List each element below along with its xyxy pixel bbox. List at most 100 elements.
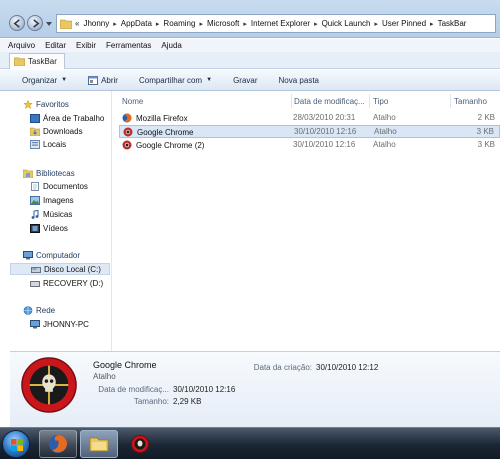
taskbar-firefox-button[interactable] [39,430,77,458]
file-date: 28/03/2010 20:31 [293,113,356,122]
nav-network[interactable]: Rede [10,304,110,316]
music-note-icon [31,209,39,219]
nav-favorites[interactable]: Favoritos [10,98,110,110]
breadcrumb-quick-launch[interactable]: Quick Launch [322,19,371,28]
file-date: 30/10/2010 12:16 [293,140,356,149]
open-label: Abrir [101,75,118,85]
nav-libraries[interactable]: Bibliotecas [10,167,110,179]
command-bar: Organizar ▼ Abrir Compartilhar com ▼ Gra… [0,70,500,91]
menu-exibir[interactable]: Exibir [76,41,96,50]
menu-ajuda[interactable]: Ajuda [161,41,181,50]
breadcrumb-separator-icon[interactable]: ▸ [156,20,160,28]
chevron-down-icon: ▼ [61,77,68,83]
menu-ferramentas[interactable]: Ferramentas [106,41,151,50]
nav-item-label: RECOVERY (D:) [43,278,104,288]
nav-network-label: Rede [36,305,56,315]
breadcrumb-internet-explorer[interactable]: Internet Explorer [251,19,310,28]
breadcrumb-separator-icon[interactable]: ▸ [243,20,247,28]
folder-icon [14,57,25,66]
video-icon [30,223,40,233]
new-folder-label: Nova pasta [278,75,319,85]
nav-item-recovery-d[interactable]: RECOVERY (D:) [10,277,110,289]
taskbar [0,427,500,459]
nav-item-local-disk-c[interactable]: Disco Local (C:) [10,263,110,275]
file-size: 3 KB [476,127,494,136]
details-pane: Google Chrome Atalho Data de modificaç..… [10,351,500,427]
forward-button[interactable] [27,15,43,31]
nav-item-recent-places[interactable]: Locais [10,138,110,150]
start-button[interactable] [2,430,30,458]
file-row-google-chrome-2[interactable]: Google Chrome (2) 30/10/2010 12:16 Atalh… [119,139,500,152]
desktop-icon [30,113,40,123]
menu-arquivo[interactable]: Arquivo [8,41,35,50]
file-row-google-chrome[interactable]: Google Chrome 30/10/2010 12:16 Atalho 3 … [119,125,500,138]
nav-item-label: Downloads [43,126,83,136]
hard-drive-icon [30,280,40,287]
nav-item-label: Imagens [43,195,74,205]
windows-logo-icon [11,439,23,451]
nav-item-jhonny-pc[interactable]: JHONNY-PC [10,318,110,330]
open-button[interactable]: Abrir [88,75,118,85]
open-window-icon [88,75,99,85]
network-icon [23,305,33,315]
recent-places-icon [30,139,40,149]
taskbar-chrome-button[interactable] [121,430,159,458]
nav-computer[interactable]: Computador [10,249,110,261]
column-header-name[interactable]: Nome [122,94,292,108]
nav-item-videos[interactable]: Vídeos [10,222,110,234]
breadcrumb-separator-icon[interactable]: ▸ [314,20,318,28]
file-name: Google Chrome [137,127,194,137]
nav-item-label: JHONNY-PC [43,319,89,329]
breadcrumb-separator-icon[interactable]: ▸ [113,20,117,28]
details-file-type: Atalho [93,372,116,381]
breadcrumb-separator-icon[interactable]: ▸ [375,20,379,28]
nav-item-music[interactable]: Músicas [10,208,110,220]
breadcrumb-jhonny[interactable]: Jhonny [83,19,109,28]
breadcrumb-roaming[interactable]: Roaming [163,19,195,28]
chrome-custom-icon [131,435,149,453]
nav-item-downloads[interactable]: Downloads [10,125,110,137]
breadcrumb-separator-icon[interactable]: ▸ [430,20,434,28]
file-name: Google Chrome (2) [136,140,205,150]
breadcrumb-user-pinned[interactable]: User Pinned [382,19,426,28]
file-name: Mozilla Firefox [136,113,188,123]
taskbar-explorer-button[interactable] [80,430,118,458]
folder-icon [60,19,72,29]
new-folder-button[interactable]: Nova pasta [279,76,319,85]
breadcrumb-microsoft[interactable]: Microsoft [207,19,239,28]
breadcrumb-separator-icon[interactable]: ▸ [199,20,203,28]
nav-item-label: Vídeos [43,223,68,233]
back-button[interactable] [9,15,25,31]
arrow-right-icon [32,18,39,28]
library-icon [23,169,33,178]
chrome-icon [122,140,132,150]
breadcrumb-appdata[interactable]: AppData [121,19,152,28]
file-type: Atalho [374,127,397,136]
menu-editar[interactable]: Editar [45,41,66,50]
file-row-mozilla-firefox[interactable]: Mozilla Firefox 28/03/2010 20:31 Atalho … [119,112,500,125]
computer-icon [30,319,40,328]
breadcrumb-overflow[interactable]: « [75,19,79,28]
address-path[interactable]: « Jhonny ▸ AppData ▸ Roaming ▸ Microsoft ▸ I… [56,14,496,33]
column-header-size[interactable]: Tamanho [452,94,498,108]
burn-button[interactable]: Gravar [233,76,257,85]
details-modified-value: 30/10/2010 12:16 [173,385,236,394]
column-header-date[interactable]: Data de modificaç... [292,94,370,108]
chrome-icon [123,127,133,137]
recent-pages-dropdown-icon[interactable] [46,21,52,27]
column-header-type[interactable]: Tipo [371,94,451,108]
skull-emblem-icon [21,357,77,413]
nav-item-documents[interactable]: Documentos [10,180,110,192]
tab-taskbar[interactable]: TaskBar [9,53,65,69]
column-type-label: Tipo [373,96,389,106]
file-name-cell: Google Chrome [123,127,193,137]
breadcrumb-taskbar[interactable]: TaskBar [438,19,467,28]
documents-icon [31,181,39,191]
arrow-left-icon [13,18,20,28]
details-modified-label: Data de modificaç... [98,385,169,394]
address-bar-area: « Jhonny ▸ AppData ▸ Roaming ▸ Microsoft ▸ I… [0,0,500,38]
organize-button[interactable]: Organizar ▼ [22,76,67,85]
nav-item-pictures[interactable]: Imagens [10,194,110,206]
share-button[interactable]: Compartilhar com ▼ [139,76,212,85]
nav-item-desktop[interactable]: Área de Trabalho [10,112,110,124]
